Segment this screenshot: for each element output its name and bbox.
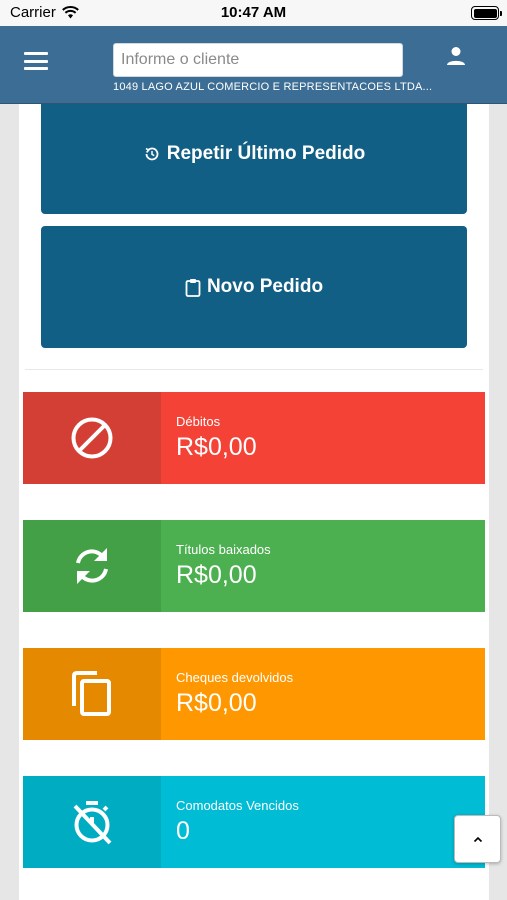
card-icon-area [23, 392, 161, 484]
card-label: Débitos [176, 414, 221, 429]
new-order-label: Novo Pedido [206, 276, 324, 297]
main-content: Repetir Último Pedido Novo Pedido Débito… [19, 104, 489, 900]
client-search-input[interactable] [113, 43, 403, 77]
card-info: Débitos R$0,00 [161, 392, 485, 484]
scroll-top-button[interactable] [454, 815, 501, 863]
card-value: R$0,00 [176, 561, 257, 589]
card-cheques-devolvidos[interactable]: Cheques devolvidos R$0,00 [23, 648, 485, 740]
app-header: 1049 LAGO AZUL COMERCIO E REPRESENTACOES… [0, 26, 507, 104]
user-icon[interactable] [444, 44, 468, 68]
card-info: Títulos baixados R$0,00 [161, 520, 485, 612]
copy-icon [72, 671, 111, 716]
new-order-button[interactable]: Novo Pedido [41, 226, 467, 348]
card-label: Comodatos Vencidos [176, 798, 299, 813]
hamburger-menu-icon[interactable] [24, 52, 48, 70]
card-titulos-baixados[interactable]: Títulos baixados R$0,00 [23, 520, 485, 612]
repeat-last-order-label: Repetir Último Pedido [166, 143, 366, 164]
selected-client-name: 1049 LAGO AZUL COMERCIO E REPRESENTACOES… [113, 81, 433, 93]
status-bar: Carrier 10:47 AM [0, 0, 507, 26]
card-value: 0 [176, 817, 190, 845]
battery-icon [471, 6, 502, 20]
card-icon-area [23, 776, 161, 868]
timer-off-icon [73, 801, 112, 845]
card-debitos[interactable]: Débitos R$0,00 [23, 392, 485, 484]
card-info: Cheques devolvidos R$0,00 [161, 648, 485, 740]
card-comodatos-vencidos[interactable]: Comodatos Vencidos 0 [23, 776, 485, 868]
history-icon [145, 147, 159, 161]
repeat-last-order-button[interactable]: Repetir Último Pedido [41, 104, 467, 214]
section-divider [25, 369, 483, 370]
status-time: 10:47 AM [220, 4, 287, 21]
card-label: Cheques devolvidos [176, 670, 294, 685]
card-icon-area [23, 520, 161, 612]
card-value: R$0,00 [176, 433, 257, 461]
clipboard-icon [185, 278, 201, 297]
card-info: Comodatos Vencidos 0 [161, 776, 485, 868]
card-icon-area [23, 648, 161, 740]
chevron-up-icon [473, 836, 482, 842]
card-label: Títulos baixados [176, 542, 271, 557]
sync-icon [76, 548, 108, 584]
block-icon [71, 417, 113, 459]
card-value: R$0,00 [176, 689, 257, 717]
